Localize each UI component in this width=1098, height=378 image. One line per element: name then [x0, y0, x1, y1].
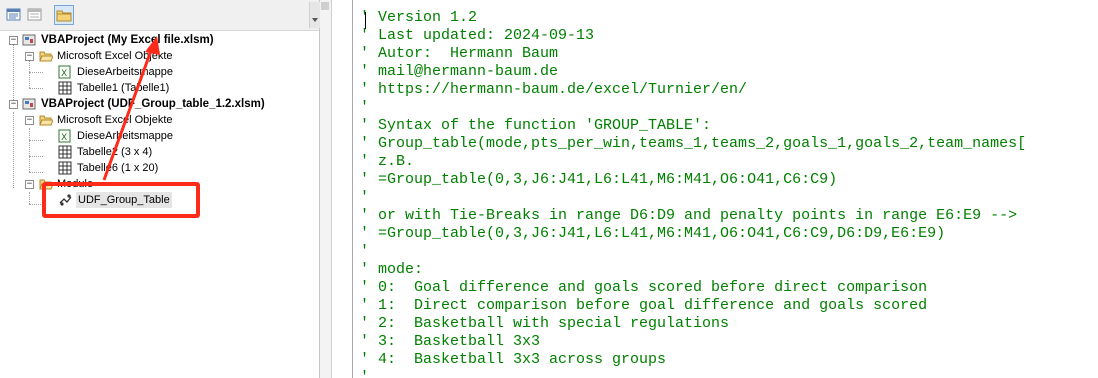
tree-line — [29, 156, 43, 157]
folder-open-icon — [39, 51, 53, 62]
explorer-scrollbar[interactable] — [309, 2, 320, 28]
project-explorer: − VBAProject (My Excel file.xlsm) − Micr… — [0, 0, 320, 378]
worksheet-icon — [58, 145, 72, 159]
toggle-folders-icon — [56, 10, 72, 22]
vba-project-icon — [22, 98, 36, 110]
workbook-icon: X — [58, 65, 71, 79]
code-line: ' — [360, 243, 370, 260]
code-line: ' — [360, 99, 370, 116]
tree-node-sheet-tabelle1[interactable]: Tabelle1 (Tabelle1) — [77, 80, 169, 96]
code-line: ' 1: Direct comparison before goal diffe… — [360, 297, 928, 314]
code-line: ' or with Tie-Breaks in range D6:D9 and … — [360, 207, 1018, 224]
tree-node-excel-objects-1[interactable]: Microsoft Excel Objekte — [57, 48, 173, 64]
tree-node-sheet-tabelle6[interactable]: Tabelle6 (1 x 20) — [77, 160, 158, 176]
code-editor[interactable]: ' Version 1.2 ' Last updated: 2024-09-13… — [360, 9, 1098, 378]
code-line: ' =Group_table(0,3,J6:J41,L6:L41,M6:M41,… — [360, 225, 946, 242]
tree-line — [29, 88, 43, 89]
tree-line — [13, 44, 14, 102]
code-line: ' — [360, 369, 370, 378]
scroll-down-arrow-icon — [312, 18, 318, 22]
svg-text:X: X — [61, 69, 67, 79]
code-line: ' 4: Basketball 3x3 across groups — [360, 351, 667, 368]
code-line: ' 3: Basketball 3x3 — [360, 333, 541, 350]
code-line: ' Last updated: 2024-09-13 — [360, 27, 595, 44]
tree-line — [29, 60, 30, 88]
code-line: ' mail@hermann-baum.de — [360, 63, 559, 80]
code-window: ' Version 1.2 ' Last updated: 2024-09-13… — [320, 0, 1098, 378]
code-line: ' Group_table(mode,pts_per_win,teams_1,t… — [360, 135, 1027, 152]
code-line: ' — [360, 189, 370, 206]
workbook-icon: X — [58, 129, 71, 143]
collapse-toggle-excel-objects-1[interactable]: − — [25, 52, 34, 61]
code-line: ' Autor: Hermann Baum — [360, 45, 559, 62]
vba-project-icon — [22, 34, 36, 46]
code-line: ' Syntax of the function 'GROUP_TABLE': — [360, 117, 712, 134]
highlight-box — [42, 182, 200, 218]
tree-line — [29, 204, 43, 205]
tree-line — [13, 112, 14, 188]
collapse-toggle-modules[interactable]: − — [25, 180, 34, 189]
collapse-toggle-project-2[interactable]: − — [9, 100, 18, 109]
code-line: ' =Group_table(0,3,J6:J41,L6:L41,M6:M41,… — [360, 171, 838, 188]
collapse-toggle-project-1[interactable]: − — [9, 36, 18, 45]
worksheet-icon — [58, 81, 72, 95]
view-code-button[interactable] — [4, 5, 24, 25]
toggle-folders-button[interactable] — [54, 5, 74, 25]
tree-line — [29, 192, 30, 204]
tree-node-sheet-tabelle2[interactable]: Tabelle2 (3 x 4) — [77, 144, 152, 160]
code-margin[interactable] — [332, 0, 353, 378]
tree-line — [29, 140, 43, 141]
collapse-toggle-excel-objects-2[interactable]: − — [25, 116, 34, 125]
folder-open-icon — [39, 115, 53, 126]
code-line: ' https://hermann-baum.de/excel/Turnier/… — [360, 81, 748, 98]
tree-line — [29, 128, 30, 172]
code-window-scrollbar[interactable] — [320, 0, 332, 378]
view-object-button[interactable] — [25, 5, 45, 25]
tree-node-project-2[interactable]: VBAProject (UDF_Group_table_1.2.xlsm) — [41, 96, 265, 112]
tree-line — [29, 72, 43, 73]
code-line: ' Version 1.2 — [360, 9, 478, 26]
view-object-icon — [27, 8, 42, 21]
scroll-thumb[interactable] — [321, 2, 329, 10]
tree-node-excel-objects-2[interactable]: Microsoft Excel Objekte — [57, 112, 173, 128]
worksheet-icon — [58, 161, 72, 175]
code-line: ' 2: Basketball with special regulations — [360, 315, 730, 332]
tree-node-thisworkbook-1[interactable]: DieseArbeitsmappe — [77, 64, 173, 80]
code-line: ' mode: — [360, 261, 424, 278]
tree-line — [29, 172, 43, 173]
explorer-toolbar — [0, 0, 320, 31]
code-line: ' z.B. — [360, 153, 415, 170]
code-line: ' 0: Goal difference and goals scored be… — [360, 279, 928, 296]
svg-text:X: X — [61, 133, 67, 143]
view-code-icon — [6, 8, 21, 21]
tree-node-project-1[interactable]: VBAProject (My Excel file.xlsm) — [41, 32, 214, 48]
tree-node-thisworkbook-2[interactable]: DieseArbeitsmappe — [77, 128, 173, 144]
